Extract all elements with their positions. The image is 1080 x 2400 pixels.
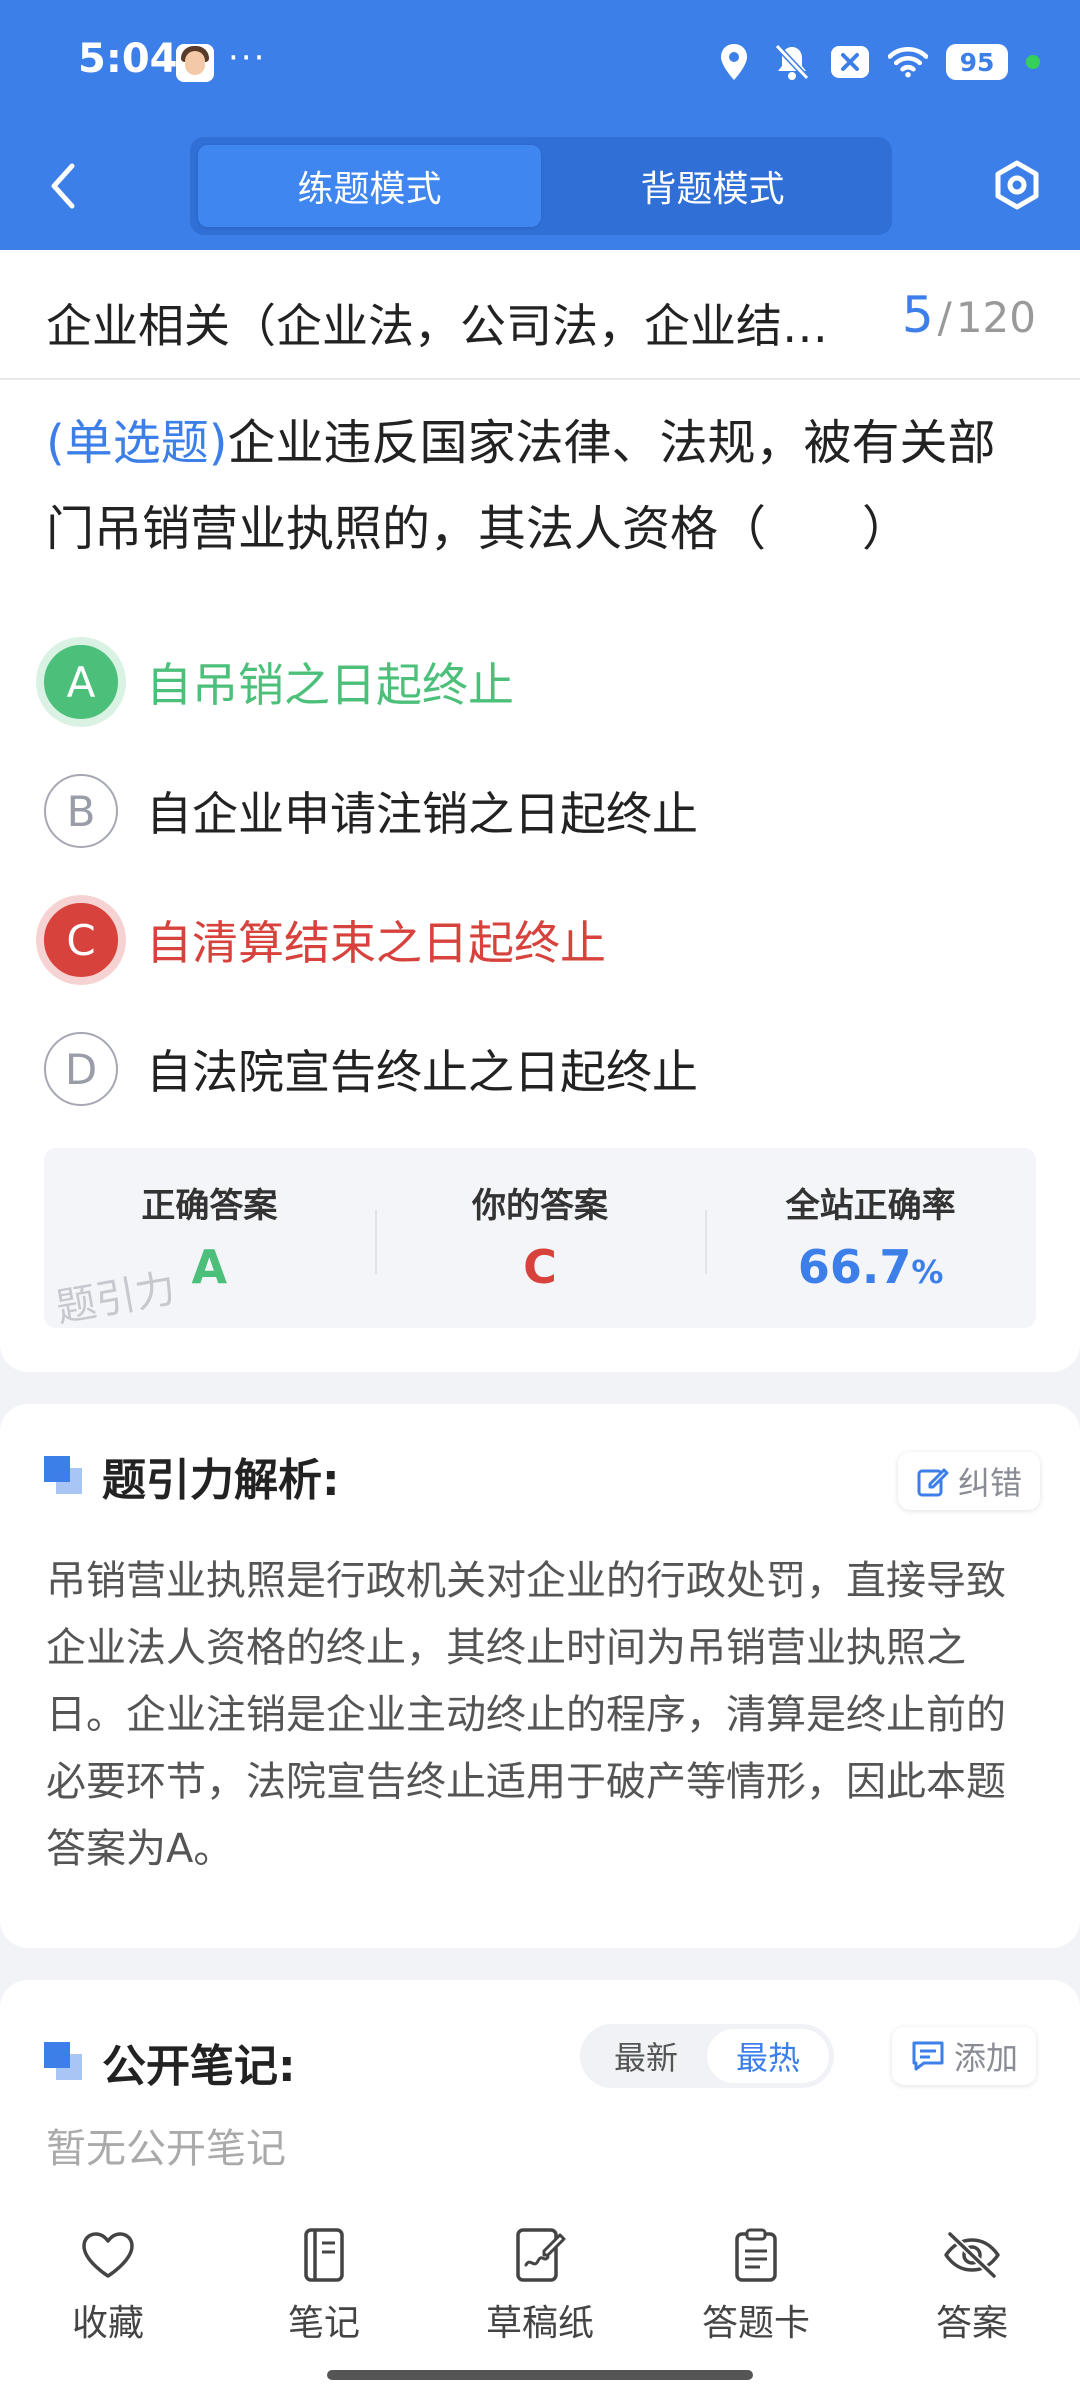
option-d[interactable]: D 自法院宣告终止之日起终止 (44, 1019, 1034, 1119)
option-b[interactable]: B 自企业申请注销之日起终止 (44, 761, 1034, 861)
your-answer-label: 你的答案 (472, 1186, 608, 1226)
answer-card-button[interactable]: 答题卡 (666, 2224, 846, 2346)
option-text: 自法院宣告终止之日起终止 (146, 1045, 698, 1099)
eye-off-icon (882, 2224, 1062, 2286)
analysis-title: 题引力解析: (44, 1444, 340, 1508)
draft-paper-icon (450, 2224, 630, 2286)
category-row: 企业相关（企业法，公司法，企业结… 5/120 (0, 250, 1080, 380)
battery-indicator: 95 (946, 44, 1008, 80)
report-error-label: 纠错 (958, 1464, 1023, 1502)
site-accuracy-col: 全站正确率 66.7% (705, 1148, 1036, 1328)
sort-hottest[interactable]: 最热 (707, 2029, 829, 2083)
analysis-card: 题引力解析: 纠错 吊销营业执照是行政机关对企业的行政处罚，直接导致企业法人资格… (0, 1404, 1080, 1948)
favorite-label: 收藏 (71, 2303, 144, 2344)
answer-card-label: 答题卡 (701, 2303, 810, 2344)
app-header: 5:04 ··· 95 练题模式 背题模式 (0, 0, 1080, 250)
more-notifications-icon: ··· (228, 38, 267, 78)
site-accuracy-value: 66.7% (705, 1240, 1036, 1294)
tab-memorize-mode[interactable]: 背题模式 (541, 145, 884, 227)
option-text: 自清算结束之日起终止 (146, 916, 606, 970)
site-accuracy-label: 全站正确率 (785, 1186, 956, 1226)
progress-separator: / (937, 293, 952, 342)
site-accuracy-unit: % (911, 1253, 944, 1291)
option-letter: D (44, 1032, 118, 1106)
option-text: 自吊销之日起终止 (146, 658, 514, 712)
draft-paper-label: 草稿纸 (485, 2303, 594, 2344)
heart-icon (18, 2224, 198, 2286)
back-button[interactable] (40, 158, 86, 214)
category-title: 企业相关（企业法，公司法，企业结… (46, 299, 828, 353)
site-accuracy-number: 66.7 (797, 1240, 912, 1294)
question-progress[interactable]: 5/120 (902, 286, 1036, 344)
notes-title-text: 公开笔记: (102, 2041, 296, 2092)
mute-bell-icon (772, 42, 812, 82)
status-bar: 5:04 ··· 95 (0, 0, 1080, 125)
progress-total: 120 (955, 293, 1036, 342)
option-a[interactable]: A 自吊销之日起终止 (44, 632, 1034, 732)
notes-title: 公开笔记: (44, 2030, 296, 2094)
status-time: 5:04 (78, 36, 178, 82)
edit-icon (917, 1468, 949, 1497)
progress-current: 5 (901, 286, 934, 344)
notes-sort-toggle: 最新 最热 (580, 2024, 834, 2088)
bottom-toolbar: 收藏 笔记 草稿纸 答题卡 答案 (0, 2196, 1080, 2400)
question-stem: (单选题)企业违反国家法律、法规，被有关部门吊销营业执照的，其法人资格（ ） (46, 400, 1036, 572)
correct-answer-label: 正确答案 (141, 1186, 278, 1226)
draft-paper-button[interactable]: 草稿纸 (450, 2224, 630, 2346)
sort-latest[interactable]: 最新 (585, 2029, 707, 2083)
notification-avatar-icon (176, 44, 214, 82)
toggle-answer-label: 答案 (935, 2303, 1008, 2344)
notes-empty-text: 暂无公开笔记 (46, 2126, 286, 2172)
mode-switch: 练题模式 背题模式 (190, 137, 892, 235)
home-indicator[interactable] (327, 2370, 753, 2380)
your-answer-value: C (523, 1240, 557, 1294)
report-error-button[interactable]: 纠错 (898, 1452, 1041, 1510)
answer-summary: 正确答案 A 题引力 你的答案 C 全站正确率 66.7% (44, 1148, 1036, 1328)
option-text: 自企业申请注销之日起终止 (146, 787, 698, 841)
question-card: 企业相关（企业法，公司法，企业结… 5/120 (单选题)企业违反国家法律、法规… (0, 250, 1080, 1372)
toggle-answer-button[interactable]: 答案 (882, 2224, 1062, 2346)
settings-hexagon-icon (995, 160, 1039, 210)
analysis-title-text: 题引力解析: (102, 1455, 340, 1506)
your-answer-col: 你的答案 C (374, 1148, 706, 1328)
add-note-button[interactable]: 添加 (892, 2027, 1037, 2085)
notes-label: 笔记 (287, 2303, 360, 2344)
privacy-indicator-dot (1026, 55, 1040, 69)
option-letter: C (44, 903, 118, 977)
analysis-text: 吊销营业执照是行政机关对企业的行政处罚，直接导致企业法人资格的终止，其终止时间为… (46, 1558, 1006, 1872)
chevron-left-icon (51, 163, 75, 209)
answer-card-icon (666, 2224, 846, 2286)
add-note-label: 添加 (954, 2039, 1019, 2077)
option-letter: B (44, 774, 118, 848)
notebook-icon (234, 2224, 414, 2286)
close-box-icon (830, 42, 870, 82)
question-type-label: (单选题) (46, 415, 228, 471)
option-letter: A (44, 645, 118, 719)
tab-practice-mode[interactable]: 练题模式 (198, 145, 541, 227)
comment-icon (912, 2041, 944, 2071)
option-c[interactable]: C 自清算结束之日起终止 (44, 890, 1034, 990)
location-icon (714, 42, 754, 82)
correct-answer-col: 正确答案 A 题引力 (44, 1148, 375, 1328)
section-marker-icon (44, 2042, 84, 2082)
notes-button[interactable]: 笔记 (234, 2224, 414, 2346)
favorite-button[interactable]: 收藏 (18, 2224, 198, 2346)
settings-button[interactable] (990, 158, 1044, 212)
wifi-icon (888, 42, 928, 82)
section-marker-icon (44, 1456, 84, 1496)
